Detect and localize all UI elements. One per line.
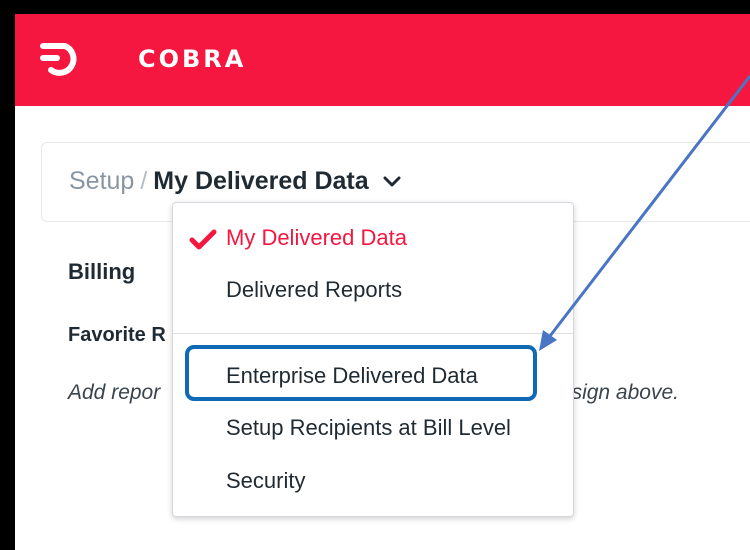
app-window: COBRA Setup / My Delivered Data Billing Fa… [15, 14, 750, 550]
menu-item-my-delivered-data[interactable]: My Delivered Data [173, 217, 573, 257]
menu-item-label: My Delivered Data [226, 225, 407, 250]
app-name: COBRA [138, 45, 247, 73]
breadcrumb: Setup / My Delivered Data [69, 167, 402, 196]
chevron-down-icon[interactable] [382, 175, 402, 189]
billing-heading: Billing [68, 259, 136, 284]
favorite-reports-label: Favorite R [68, 324, 166, 346]
top-header-bar: COBRA [15, 14, 750, 106]
menu-divider [173, 333, 573, 334]
annotation-highlight-box [185, 345, 537, 401]
breadcrumb-setup-link[interactable]: Setup [69, 167, 134, 195]
menu-item-delivered-reports[interactable]: Delivered Reports [173, 269, 573, 309]
menu-item-setup-recipients[interactable]: Setup Recipients at Bill Level [173, 407, 573, 447]
breadcrumb-separator: / [140, 167, 148, 195]
checkmark-icon [189, 229, 217, 250]
breadcrumb-current-page[interactable]: My Delivered Data [153, 167, 368, 195]
cobra-logo-icon[interactable] [39, 40, 83, 80]
hint-text-left: Add repor [68, 381, 161, 404]
menu-item-security[interactable]: Security [173, 460, 573, 500]
menu-item-label: Setup Recipients at Bill Level [226, 415, 511, 440]
menu-item-label: Delivered Reports [226, 277, 403, 302]
menu-item-label: Security [226, 468, 306, 493]
